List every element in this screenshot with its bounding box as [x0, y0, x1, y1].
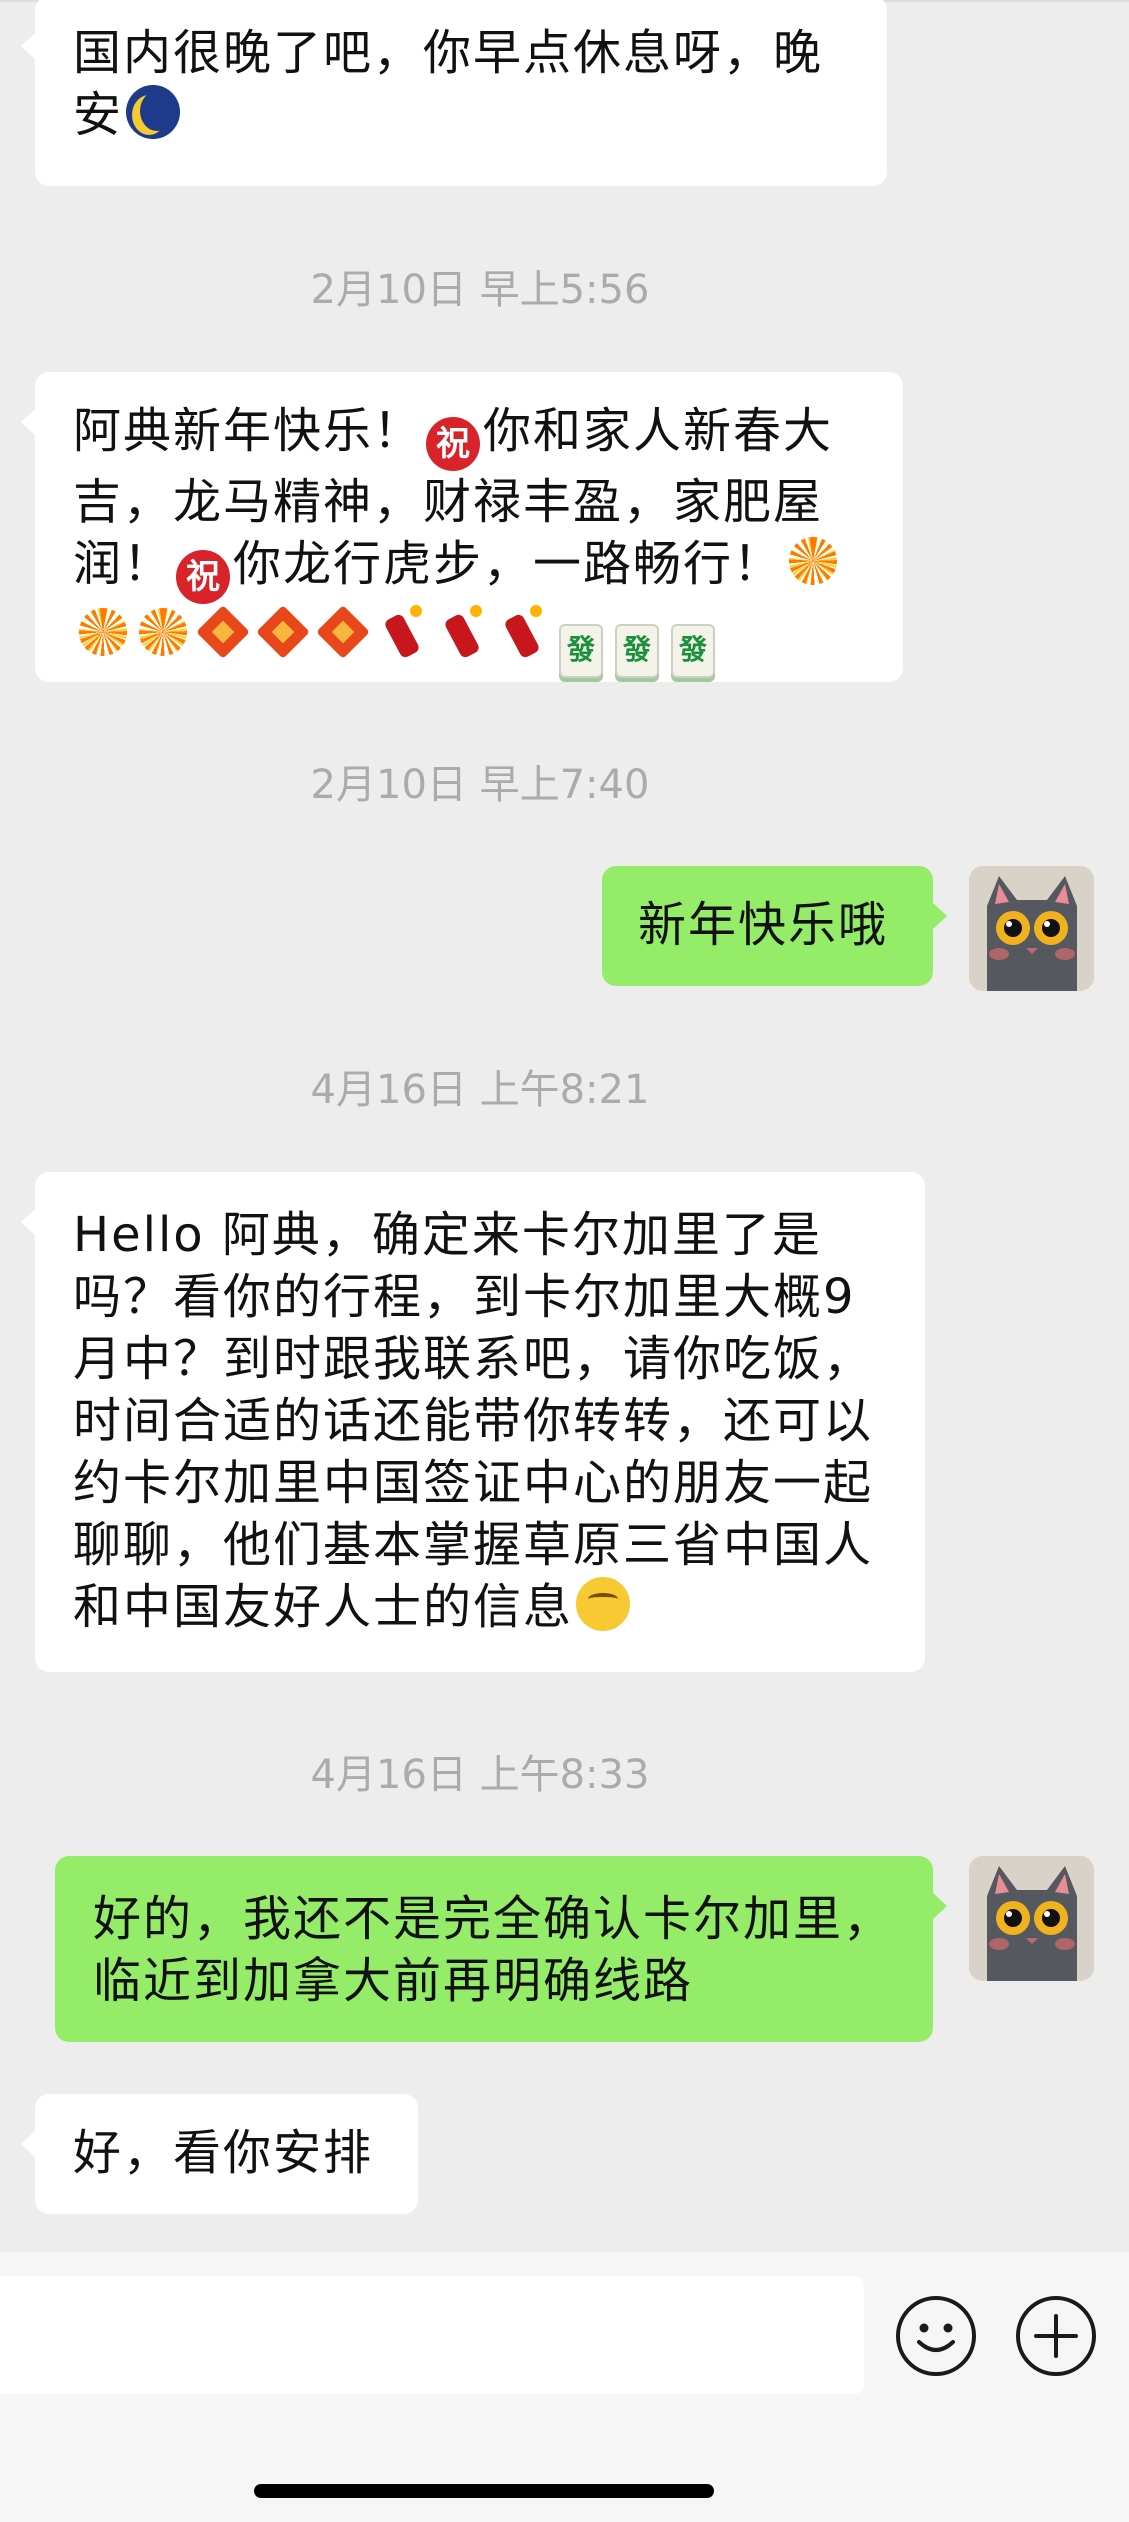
message-text: 好，看你安排	[73, 2125, 374, 2181]
fireworks-icon	[76, 605, 130, 659]
message-bubble-outgoing[interactable]: 新年快乐哦	[602, 866, 947, 986]
firecracker-icon	[436, 605, 490, 659]
message-bubble-outgoing[interactable]: 好的，我还不是完全确认卡尔加里，临近到加拿大前再明确线路	[55, 1856, 947, 2042]
message-text: 你龙行虎步，一路畅行！	[233, 536, 784, 592]
avatar[interactable]	[969, 1856, 1094, 1981]
avatar[interactable]	[969, 866, 1094, 991]
fireworks-icon	[136, 605, 190, 659]
timestamp: 4月16日 上午8:21	[310, 1067, 650, 1113]
message-text: 新年快乐哦	[638, 897, 889, 953]
message-text: 国内很晚了吧，你早点休息呀，晚安	[73, 25, 824, 143]
fu-decoration-icon	[196, 605, 250, 659]
message-input[interactable]	[0, 2276, 864, 2394]
fu-decoration-icon	[256, 605, 310, 659]
message-bubble-incoming[interactable]: Hello 阿典，确定来卡尔加里了是吗？看你的行程，到卡尔加里大概9月中？到时跟…	[21, 1172, 925, 1672]
message-bubble-incoming[interactable]: 国内很晚了吧，你早点休息呀，晚安	[21, 0, 887, 186]
congratulation-icon: 祝	[426, 417, 481, 471]
smiley-icon	[917, 2323, 955, 2352]
message-text: Hello 阿典，确定来卡尔加里了是吗？看你的行程，到卡尔加里大概9月中？到时跟…	[73, 1207, 874, 1635]
mahjong-fa-icon: 發	[671, 624, 715, 678]
message-bubble-incoming[interactable]: 好，看你安排	[21, 2094, 418, 2214]
plus-button[interactable]	[1016, 2296, 1096, 2376]
message-text: 好的，我还不是完全确认卡尔加里，临近到加拿大前再明确线路	[93, 1891, 894, 2009]
message-text: 阿典新年快乐！	[73, 403, 424, 459]
plus-icon	[1034, 2314, 1078, 2358]
emoji-button[interactable]	[896, 2296, 976, 2376]
timestamp: 2月10日 早上7:40	[310, 762, 650, 808]
cat-avatar-icon	[969, 866, 1094, 991]
congratulation-icon: 祝	[176, 550, 231, 604]
timestamp: 4月16日 上午8:33	[310, 1752, 650, 1798]
home-indicator[interactable]	[254, 2484, 714, 2498]
timestamp: 2月10日 早上5:56	[310, 267, 650, 313]
firecracker-icon	[496, 605, 550, 659]
mahjong-fa-icon: 發	[559, 624, 603, 678]
mahjong-fa-icon: 發	[615, 624, 659, 678]
firecracker-icon	[376, 605, 430, 659]
cat-avatar-icon	[969, 1856, 1094, 1981]
fu-decoration-icon	[316, 605, 370, 659]
fireworks-icon	[786, 534, 840, 588]
message-bubble-incoming[interactable]: 阿典新年快乐！祝你和家人新春大吉，龙马精神，财禄丰盈，家肥屋润！祝你龙行虎步，一…	[21, 372, 903, 682]
thinking-face-icon	[576, 1577, 631, 1631]
moon-face-icon	[126, 85, 181, 139]
